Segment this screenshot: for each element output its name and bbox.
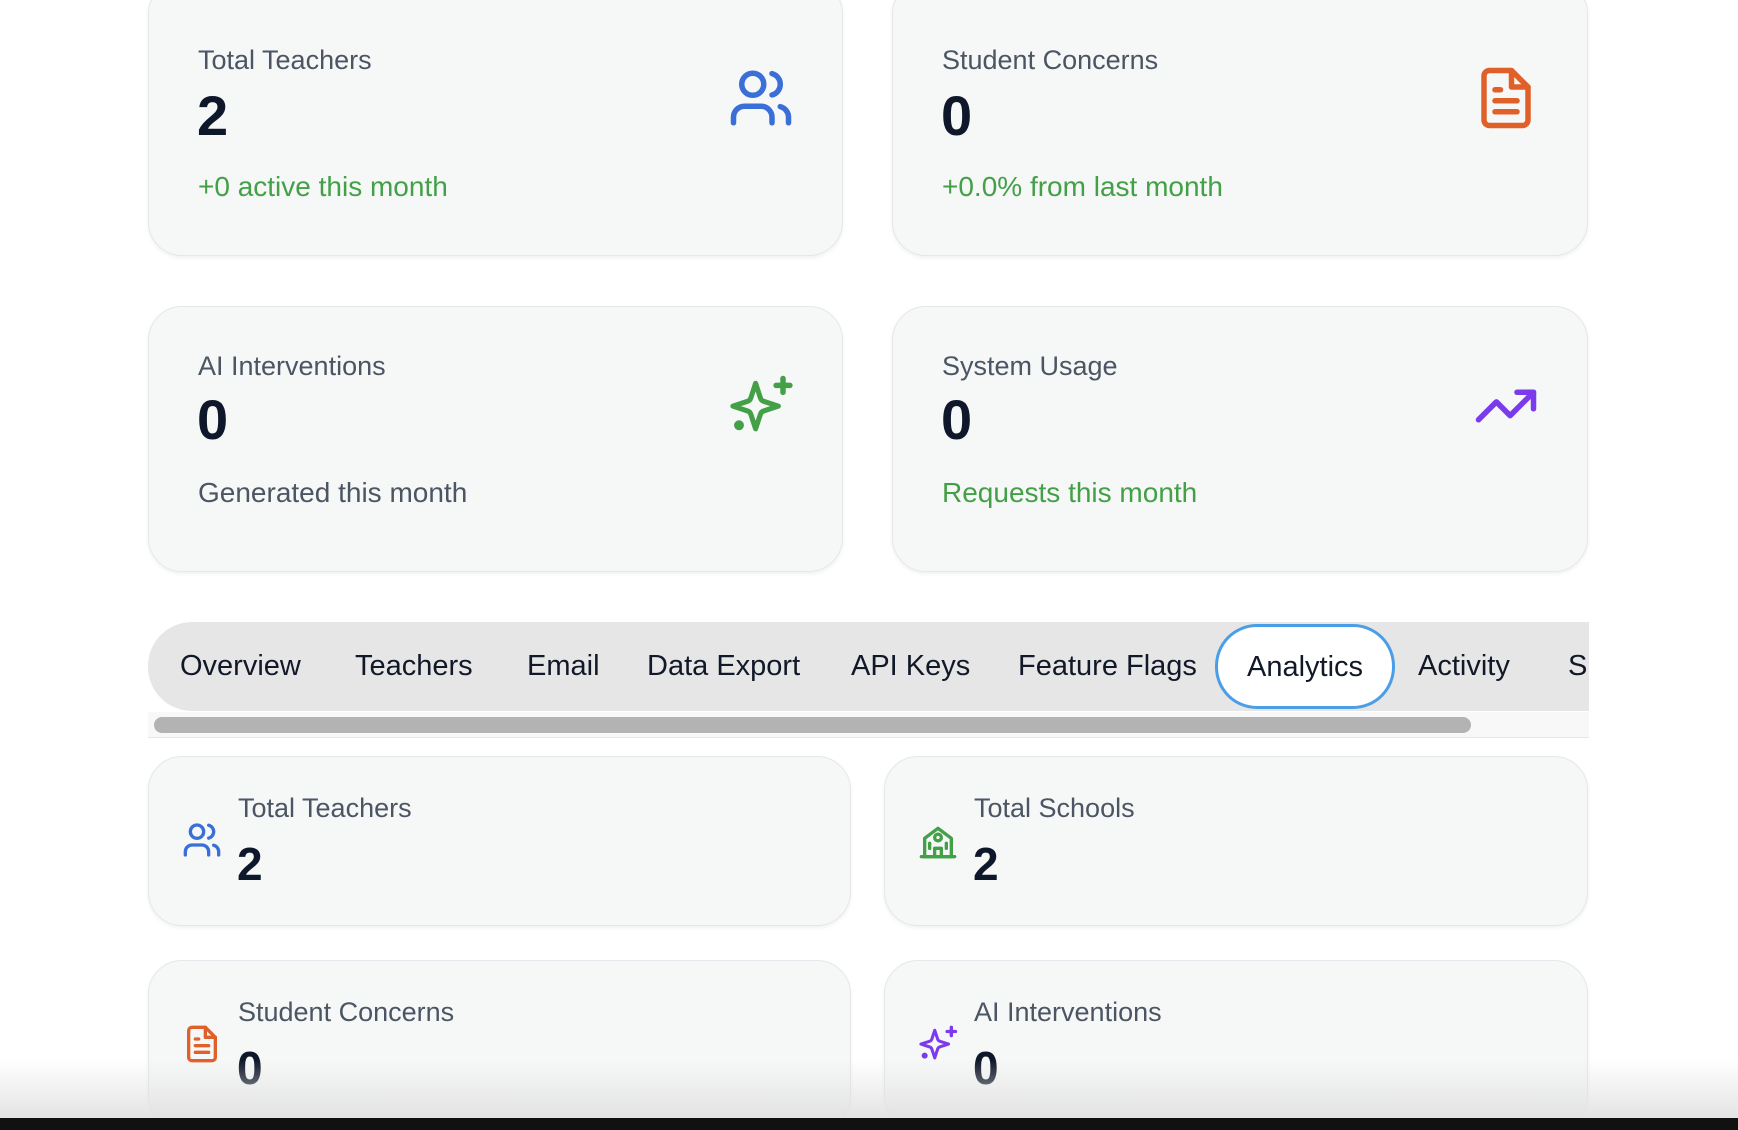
tab-api-keys[interactable]: API Keys — [851, 622, 970, 711]
stat-subtext: Generated this month — [198, 477, 468, 508]
bottom-fade — [0, 1060, 1738, 1118]
document-icon — [187, 1025, 217, 1063]
users-icon — [183, 823, 221, 857]
stat-value: 0 — [197, 388, 229, 451]
users-icon — [730, 70, 792, 126]
metric-label: AI Interventions — [974, 997, 1162, 1027]
admin-dashboard: Total Teachers 2 +0 active this month St… — [0, 0, 1738, 1130]
stat-value: 2 — [197, 84, 229, 147]
stat-subtext: Requests this month — [942, 477, 1198, 508]
stat-label: System Usage — [942, 351, 1118, 381]
metric-label: Student Concerns — [238, 997, 455, 1027]
stat-value: 0 — [941, 84, 973, 147]
tab-bar: Overview Teachers Email Data Export API … — [148, 622, 1589, 711]
stat-card-system-usage: System Usage 0 Requests this month — [892, 306, 1588, 572]
sparkles-icon — [919, 1025, 958, 1060]
stat-label: AI Interventions — [198, 351, 386, 381]
stat-card-total-teachers: Total Teachers 2 +0 active this month — [148, 0, 843, 256]
metric-value: 2 — [973, 838, 999, 890]
metric-card-total-teachers: Total Teachers 2 — [148, 756, 851, 926]
stat-label: Student Concerns — [942, 45, 1159, 75]
stat-card-ai-interventions: AI Interventions 0 Generated this month — [148, 306, 843, 572]
stat-subtext: +0.0% from last month — [942, 171, 1223, 202]
metric-label: Total Schools — [974, 793, 1135, 823]
taskbar-edge — [0, 1118, 1738, 1130]
stat-subtext: +0 active this month — [198, 171, 448, 202]
stat-label: Total Teachers — [198, 45, 372, 75]
tab-scrollbar[interactable] — [148, 712, 1589, 738]
tab-overview[interactable]: Overview — [180, 622, 301, 711]
tab-overflow[interactable]: S — [1568, 622, 1587, 711]
stat-card-student-concerns: Student Concerns 0 +0.0% from last month — [892, 0, 1588, 256]
trending-up-icon — [1475, 389, 1537, 423]
tab-teachers[interactable]: Teachers — [355, 622, 473, 711]
sparkles-icon — [730, 375, 793, 432]
metric-value: 2 — [237, 838, 263, 890]
metric-card-total-schools: Total Schools 2 — [884, 756, 1588, 926]
scrollbar-thumb[interactable] — [154, 717, 1471, 733]
tab-email[interactable]: Email — [527, 622, 600, 711]
metric-label: Total Teachers — [238, 793, 412, 823]
tab-activity[interactable]: Activity — [1418, 622, 1510, 711]
tab-feature-flags[interactable]: Feature Flags — [1018, 622, 1197, 711]
tab-data-export[interactable]: Data Export — [647, 622, 800, 711]
school-icon — [919, 826, 957, 859]
tab-analytics[interactable]: Analytics — [1215, 624, 1396, 709]
stat-value: 0 — [941, 388, 973, 451]
document-icon — [1481, 67, 1531, 129]
